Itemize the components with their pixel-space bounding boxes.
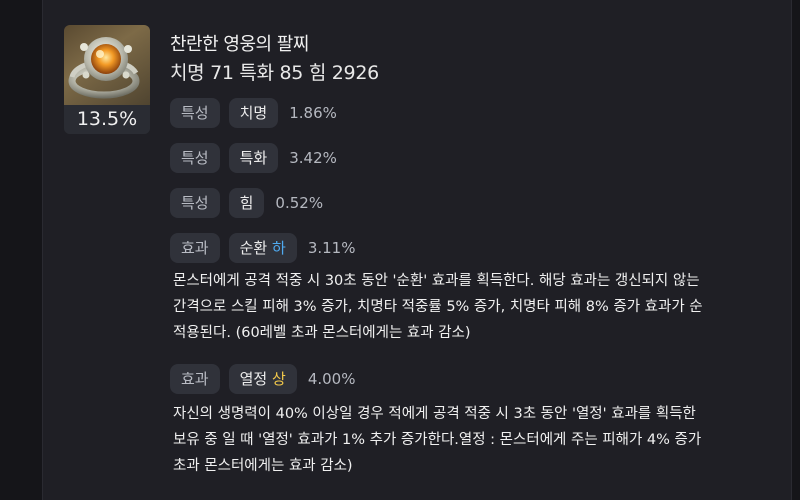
row-value: 0.52% xyxy=(275,194,324,212)
effect-row-cycle: 효과 순환 하 3.11% xyxy=(170,233,355,263)
item-title: 찬란한 영웅의 팔찌 xyxy=(170,34,309,55)
row-type-chip: 효과 xyxy=(170,233,220,263)
row-value: 1.86% xyxy=(289,104,337,122)
effect-name: 순환 xyxy=(239,239,268,257)
row-name-chip: 힘 xyxy=(228,188,265,218)
description-line: 보유 중 일 때 '열정' 효과가 1% 추가 증가한다.열정 : 몬스터에게 … xyxy=(173,432,702,448)
passion-effect-description: 자신의 생명력이 40% 이상일 경우 적에게 공격 적중 시 3초 동안 '열… xyxy=(173,401,793,479)
effect-row-passion: 효과 열정 상 4.00% xyxy=(170,364,355,394)
row-type-chip: 특성 xyxy=(170,188,220,218)
effect-grade-high: 상 xyxy=(272,370,286,388)
row-name-chip: 치명 xyxy=(228,98,279,128)
row-value: 4.00% xyxy=(307,370,356,388)
row-value: 3.42% xyxy=(289,149,337,167)
trait-row-crit: 특성 치명 1.86% xyxy=(170,98,337,128)
description-line: 몬스터에게 공격 적중 시 30초 동안 '순환' 효과를 획득한다. 해당 효… xyxy=(173,273,700,289)
row-name-chip: 열정 상 xyxy=(228,364,297,394)
row-type-chip: 특성 xyxy=(170,143,220,173)
row-type-chip: 효과 xyxy=(170,364,220,394)
item-stats: 치명 71 특화 85 힘 2926 xyxy=(170,62,379,84)
row-name-chip: 특화 xyxy=(228,143,279,173)
cycle-effect-description: 몬스터에게 공격 적중 시 30초 동안 '순환' 효과를 획득한다. 해당 효… xyxy=(173,268,793,346)
row-name-chip: 순환 하 xyxy=(228,233,297,263)
item-card[interactable]: 13.5% xyxy=(64,25,150,134)
trait-row-strength: 특성 힘 0.52% xyxy=(170,188,323,218)
effect-name: 열정 xyxy=(239,370,268,388)
app-frame: 13.5% 찬란한 영웅의 팔찌 치명 71 특화 85 힘 2926 특성 치… xyxy=(0,0,800,500)
description-line: 초과 몬스터에게는 효과 감소) xyxy=(173,458,353,474)
description-line: 자신의 생명력이 40% 이상일 경우 적에게 공격 적중 시 3초 동안 '열… xyxy=(173,406,696,422)
trait-row-specialization: 특성 특화 3.42% xyxy=(170,143,337,173)
row-value: 3.11% xyxy=(307,239,356,257)
item-quality-percent: 13.5% xyxy=(64,105,150,134)
bracelet-icon xyxy=(64,25,150,105)
row-type-chip: 특성 xyxy=(170,98,220,128)
description-line: 간격으로 스킬 피해 3% 증가, 치명타 적중률 5% 증가, 치명타 피해 … xyxy=(173,299,703,315)
description-line: 적용된다. (60레벨 초과 몬스터에게는 효과 감소) xyxy=(173,325,471,341)
effect-grade-low: 하 xyxy=(272,239,286,257)
